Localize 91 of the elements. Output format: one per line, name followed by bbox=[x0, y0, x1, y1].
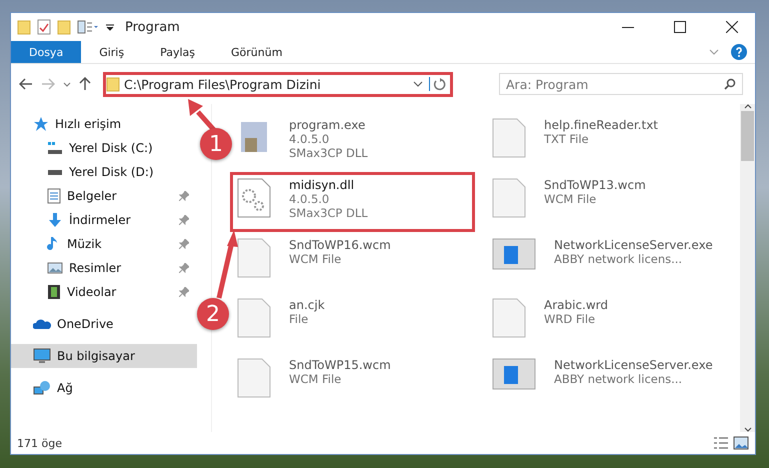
checklist-icon[interactable] bbox=[37, 19, 51, 35]
download-icon bbox=[47, 212, 63, 228]
file-name[interactable]: Arabic.wrd bbox=[544, 298, 608, 312]
dropdown-icon[interactable] bbox=[413, 81, 423, 87]
details-view-icon[interactable] bbox=[713, 436, 729, 450]
scrollbar[interactable] bbox=[740, 104, 755, 432]
new-folder-icon bbox=[57, 19, 71, 35]
nav-item[interactable]: Bu bilgisayar bbox=[11, 344, 197, 368]
file-name[interactable]: help.fineReader.txt bbox=[544, 118, 658, 132]
help-icon[interactable] bbox=[731, 44, 747, 60]
ribbon-tab[interactable]: Dosya bbox=[11, 41, 82, 63]
search-field[interactable]: Ara: Program bbox=[499, 73, 743, 95]
file-detail: WCM File bbox=[544, 192, 598, 206]
file-name[interactable]: SndToWP13.wcm bbox=[544, 178, 646, 192]
blank-file-icon bbox=[492, 118, 526, 158]
file-name[interactable]: SndToWP16.wcm bbox=[289, 238, 391, 252]
file-detail: WCM File bbox=[289, 372, 342, 386]
file-detail: ABBY network licens... bbox=[554, 372, 684, 386]
scroll-up-icon[interactable] bbox=[744, 104, 752, 109]
file-detail: WCM File bbox=[289, 252, 342, 266]
file-detail: SMax3CP DLL bbox=[289, 146, 368, 160]
scroll-down-icon[interactable] bbox=[744, 427, 752, 432]
nav-item[interactable]: Yerel Disk (D:) bbox=[11, 160, 197, 184]
file-detail: ABBY network licens... bbox=[554, 252, 684, 266]
address-path: C:\Program Files\Program Dizini bbox=[124, 76, 322, 92]
file-detail: 4.0.5.0 bbox=[289, 192, 330, 206]
chevron-down-icon bbox=[63, 82, 71, 86]
picture-icon bbox=[47, 261, 63, 275]
blank-file-icon bbox=[492, 178, 526, 218]
nav-item[interactable]: İndirmeler bbox=[11, 208, 197, 232]
nav-item[interactable]: Ağ bbox=[11, 376, 197, 400]
pin-icon[interactable] bbox=[179, 191, 189, 201]
gear-file-icon bbox=[237, 178, 271, 218]
drive-icon bbox=[48, 170, 62, 174]
film-icon bbox=[47, 284, 61, 300]
refresh-icon[interactable] bbox=[429, 77, 447, 91]
pin-icon[interactable] bbox=[179, 215, 189, 225]
blank-file-icon bbox=[237, 358, 271, 398]
pin-icon[interactable] bbox=[179, 263, 189, 273]
file-name[interactable]: an.cjk bbox=[289, 298, 325, 312]
folder-icon bbox=[17, 19, 31, 35]
file-name[interactable]: midisyn.dll bbox=[289, 178, 368, 192]
back-button[interactable] bbox=[17, 76, 35, 92]
annotation-arrow bbox=[188, 99, 216, 132]
blank-file-icon bbox=[237, 238, 271, 278]
file-name[interactable]: NetworkLicenseServer.exe bbox=[554, 238, 713, 252]
expand-ribbon-icon[interactable] bbox=[709, 49, 719, 55]
ribbon-tab[interactable]: Görünüm bbox=[213, 41, 300, 63]
network-icon bbox=[33, 380, 51, 396]
nav-item[interactable]: Yerel Disk (C:) bbox=[11, 136, 197, 160]
window-icon bbox=[492, 238, 536, 270]
file-detail: File bbox=[289, 312, 310, 326]
ribbon-tab[interactable]: Paylaş bbox=[142, 41, 213, 63]
file-name[interactable]: program.exe bbox=[289, 118, 368, 132]
close-icon bbox=[726, 21, 738, 33]
file-detail: TXT File bbox=[544, 132, 590, 146]
star-icon bbox=[33, 116, 49, 132]
window-icon bbox=[492, 358, 536, 390]
item-count: 171 öge bbox=[17, 436, 63, 450]
monitor-icon bbox=[33, 348, 51, 364]
document-icon bbox=[47, 188, 61, 204]
file-detail: WRD File bbox=[544, 312, 596, 326]
file-detail: 4.0.5.0 bbox=[289, 132, 330, 146]
nav-item[interactable]: OneDrive bbox=[11, 312, 197, 336]
pin-icon[interactable] bbox=[179, 239, 189, 249]
nav-item[interactable]: Videolar bbox=[11, 280, 197, 304]
properties-icon[interactable] bbox=[77, 20, 99, 34]
drive-icon bbox=[47, 141, 63, 155]
blank-file-icon bbox=[492, 298, 526, 338]
address-bar[interactable]: C:\Program Files\Program Dizini bbox=[103, 72, 453, 96]
nav-item[interactable]: Hızlı erişim bbox=[11, 112, 197, 136]
search-icon[interactable] bbox=[724, 78, 736, 90]
maximize-icon bbox=[674, 21, 686, 33]
file-detail: SMax3CP DLL bbox=[289, 206, 368, 220]
blank-file-icon bbox=[237, 298, 271, 338]
recent-locations-button[interactable] bbox=[61, 80, 73, 88]
file-name[interactable]: NetworkLicenseServer.exe bbox=[554, 358, 713, 372]
up-button[interactable] bbox=[77, 75, 93, 93]
customize-toolbar-icon[interactable] bbox=[105, 22, 115, 32]
ribbon-tab[interactable]: Giriş bbox=[81, 41, 142, 63]
window-title: Program bbox=[125, 20, 180, 34]
large-icons-view-icon[interactable] bbox=[733, 436, 749, 450]
file-name[interactable]: SndToWP15.wcm bbox=[289, 358, 391, 372]
nav-item[interactable]: Müzik bbox=[11, 232, 197, 256]
scrollbar-thumb[interactable] bbox=[741, 111, 754, 161]
nav-item[interactable]: Belgeler bbox=[11, 184, 197, 208]
cloud-icon bbox=[33, 318, 51, 330]
minimize-icon bbox=[622, 26, 634, 28]
nav-item[interactable]: Resimler bbox=[11, 256, 197, 280]
folder-icon bbox=[106, 76, 120, 92]
pin-icon[interactable] bbox=[179, 287, 189, 297]
